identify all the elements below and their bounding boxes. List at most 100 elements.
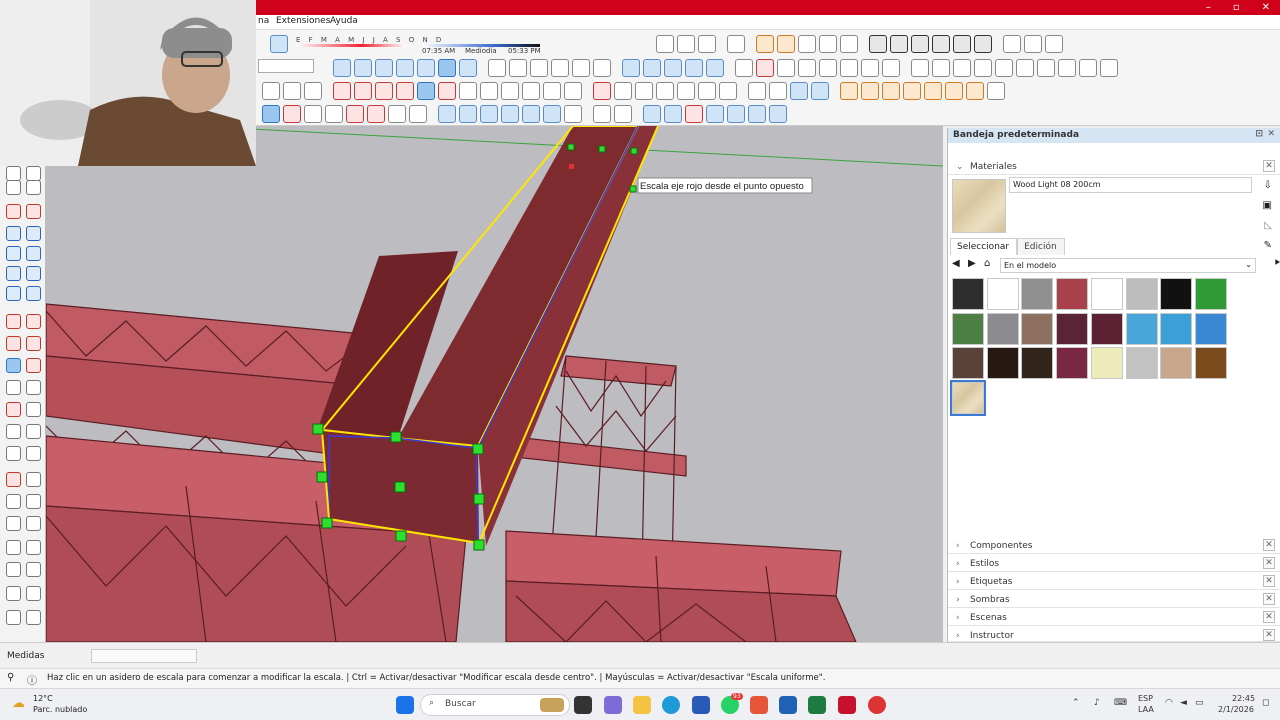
section-icon[interactable]	[769, 82, 787, 100]
tape-left-icon[interactable]	[6, 380, 21, 395]
zoom-window-icon[interactable]	[777, 59, 795, 77]
panel-styles[interactable]: › Estilos ✕	[948, 556, 1280, 572]
section-fill-icon[interactable]	[685, 59, 703, 77]
offset-icon[interactable]	[438, 82, 456, 100]
freehand-icon[interactable]	[26, 204, 41, 219]
material-swatch[interactable]	[1194, 312, 1227, 345]
minimize-icon[interactable]: –	[1206, 0, 1211, 15]
material-swatch[interactable]	[1056, 312, 1089, 345]
forward-icon[interactable]: ▶	[968, 258, 976, 269]
store-icon[interactable]	[692, 696, 710, 714]
material-swatch[interactable]	[1160, 347, 1193, 380]
material-swatch[interactable]	[1021, 312, 1054, 345]
battery-icon[interactable]: ▭	[1195, 698, 1204, 708]
sphere-icon[interactable]	[840, 59, 858, 77]
windows-start-icon[interactable]	[396, 696, 414, 714]
outliner-icon[interactable]	[438, 105, 456, 123]
notification-icon[interactable]: ◻	[1262, 698, 1269, 708]
followme-left-icon[interactable]	[26, 336, 41, 351]
dimension-icon[interactable]	[480, 82, 498, 100]
view-icon[interactable]	[819, 35, 837, 53]
position-camera-icon[interactable]	[698, 82, 716, 100]
panel-shadows[interactable]: › Sombras ✕	[948, 592, 1280, 608]
material-swatch[interactable]	[1056, 278, 1089, 310]
iso-view-icon[interactable]	[333, 59, 351, 77]
copilot-icon[interactable]	[604, 696, 622, 714]
zoom-extents-icon[interactable]	[656, 82, 674, 100]
stamp-icon[interactable]	[840, 82, 858, 100]
flip-icon[interactable]	[924, 82, 942, 100]
intersect-icon[interactable]	[953, 35, 971, 53]
panel-components-close-icon[interactable]: ✕	[1263, 539, 1275, 551]
material-swatch[interactable]	[950, 380, 986, 417]
color-wheel-icon[interactable]	[564, 105, 582, 123]
panel-components[interactable]: › Componentes ✕	[948, 538, 1280, 554]
hatch-icon[interactable]	[995, 59, 1013, 77]
page-icon[interactable]	[593, 105, 611, 123]
tab-select[interactable]: Seleccionar	[950, 238, 1018, 255]
date-slider[interactable]	[296, 44, 406, 47]
clock-time[interactable]: 22:45	[1232, 694, 1255, 703]
look-left-icon[interactable]	[6, 562, 21, 577]
language-primary[interactable]: ESP	[1138, 694, 1153, 703]
extrude-icon[interactable]	[685, 105, 703, 123]
home-icon[interactable]: ⌂	[984, 258, 990, 269]
cube-icon[interactable]	[819, 59, 837, 77]
zoom-left-icon[interactable]	[6, 494, 21, 509]
weather-icon[interactable]: ☁	[12, 696, 25, 711]
paint-bucket-small-icon[interactable]: ◺	[1264, 220, 1272, 231]
menu-item-extensions[interactable]: Extensiones	[276, 16, 330, 26]
material-swatch[interactable]	[1194, 278, 1227, 310]
front-view-icon[interactable]	[375, 59, 393, 77]
section-cut-icon[interactable]	[664, 59, 682, 77]
circle-tool-icon[interactable]	[882, 82, 900, 100]
keyboard-icon[interactable]: ⌨	[1114, 698, 1127, 708]
close-icon[interactable]: ✕	[1262, 0, 1270, 15]
zoom-extents-left-icon[interactable]	[6, 516, 21, 531]
geolocation-icon[interactable]: ⚲	[7, 672, 14, 683]
material-swatch[interactable]	[1194, 347, 1227, 380]
tab-edit[interactable]: Edición	[1017, 238, 1065, 255]
material-swatch[interactable]	[1125, 278, 1158, 310]
layers-icon[interactable]	[459, 105, 477, 123]
move-icon[interactable]	[333, 82, 351, 100]
triangle-icon[interactable]	[769, 105, 787, 123]
document-icon[interactable]	[677, 35, 695, 53]
outliner-left-icon[interactable]	[6, 610, 21, 625]
panel-tags[interactable]: › Etiquetas ✕	[948, 574, 1280, 590]
panel-scenes[interactable]: › Escenas ✕	[948, 610, 1280, 626]
flip-edge-icon[interactable]	[748, 105, 766, 123]
menu-item-window[interactable]: na	[258, 16, 269, 26]
paint-icon[interactable]	[798, 35, 816, 53]
tray-close-icon[interactable]: ✕	[1267, 129, 1275, 139]
union-icon[interactable]	[890, 35, 908, 53]
circle-icon[interactable]	[6, 246, 21, 261]
rotate-3d-icon[interactable]	[325, 105, 343, 123]
split-icon[interactable]	[974, 35, 992, 53]
axes-icon[interactable]	[543, 82, 561, 100]
drape-icon[interactable]	[861, 82, 879, 100]
material-swatch[interactable]	[1125, 312, 1158, 345]
zoom-window-left-icon[interactable]	[26, 494, 41, 509]
layers-left-icon[interactable]	[26, 610, 41, 625]
previous-left-icon[interactable]	[26, 516, 41, 531]
magnify-icon[interactable]	[388, 105, 406, 123]
dome-icon[interactable]	[966, 82, 984, 100]
hidden-line-icon[interactable]	[530, 59, 548, 77]
gallery-icon[interactable]	[1079, 59, 1097, 77]
maximize-icon[interactable]: ▫	[1233, 0, 1240, 15]
file-explorer-icon[interactable]	[633, 696, 651, 714]
settings-icon[interactable]	[987, 82, 1005, 100]
material-swatch[interactable]	[1160, 278, 1193, 310]
lock-icon[interactable]	[1045, 35, 1063, 53]
next-icon[interactable]	[698, 35, 716, 53]
fog-left-icon[interactable]	[26, 562, 41, 577]
protractor-icon[interactable]	[501, 82, 519, 100]
protractor-left-icon[interactable]	[6, 402, 21, 417]
measures-input[interactable]	[91, 649, 197, 663]
roof-icon[interactable]	[911, 59, 929, 77]
cube-alt-icon[interactable]	[974, 59, 992, 77]
bottom-view-icon[interactable]	[459, 59, 477, 77]
text-left-icon[interactable]	[6, 424, 21, 439]
layout-icon[interactable]	[1003, 35, 1021, 53]
